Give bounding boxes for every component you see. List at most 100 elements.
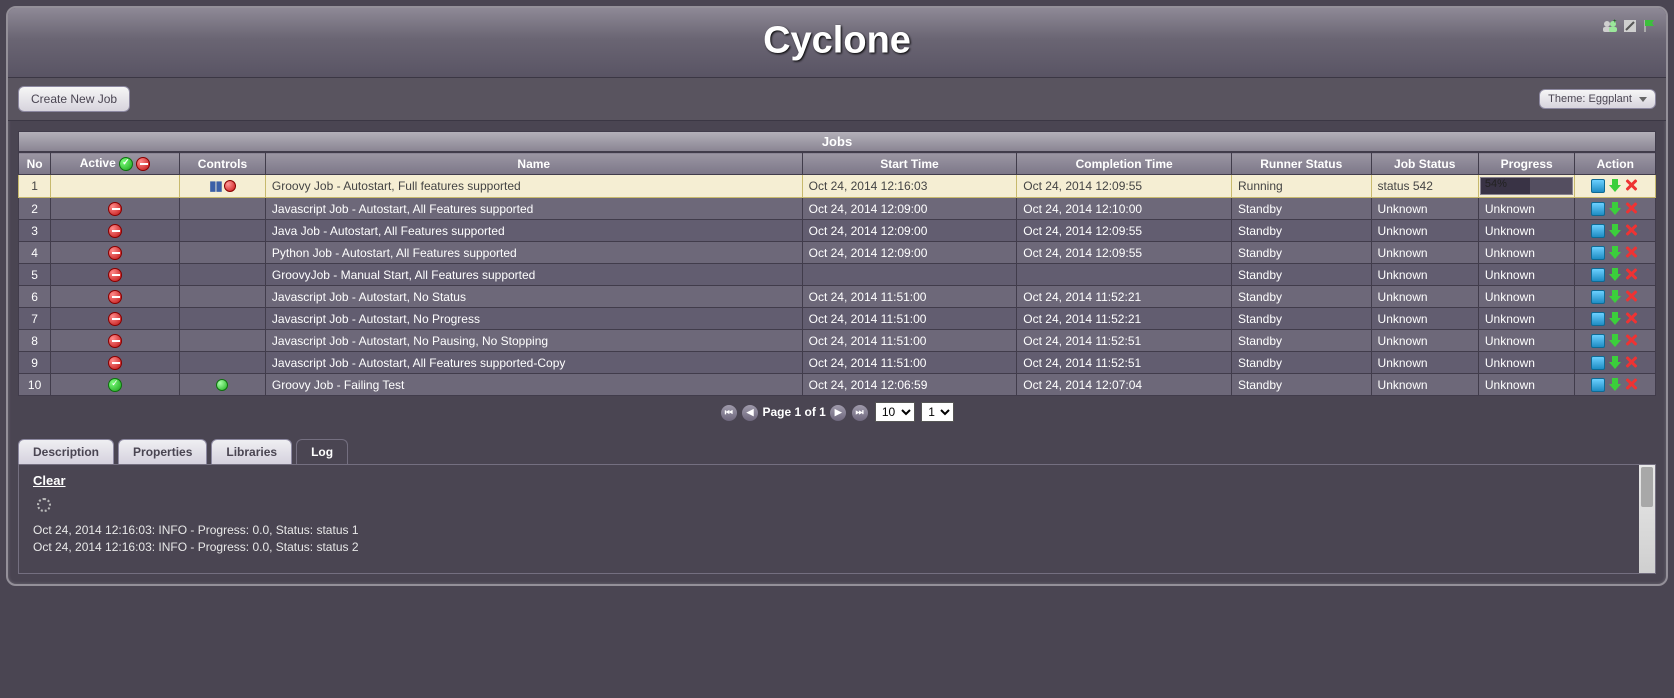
copy-icon[interactable] xyxy=(1591,179,1605,193)
spinner-icon xyxy=(37,498,51,512)
col-no[interactable]: No xyxy=(19,153,51,175)
log-panel: Clear Oct 24, 2014 12:16:03: INFO - Prog… xyxy=(18,464,1656,574)
log-line: Oct 24, 2014 12:16:03: INFO - Progress: … xyxy=(19,539,1655,556)
delete-icon[interactable] xyxy=(1625,202,1639,216)
col-active[interactable]: Active xyxy=(51,153,180,175)
cell-action xyxy=(1575,286,1656,308)
inactive-icon[interactable] xyxy=(108,290,122,304)
create-job-button[interactable]: Create New Job xyxy=(18,86,130,112)
cell-name: GroovyJob - Manual Start, All Features s… xyxy=(265,264,802,286)
download-icon[interactable] xyxy=(1608,334,1622,348)
copy-icon[interactable] xyxy=(1591,356,1605,370)
active-all-on-icon[interactable] xyxy=(119,157,133,171)
table-row[interactable]: 9Javascript Job - Autostart, All Feature… xyxy=(19,352,1656,374)
tab-log[interactable]: Log xyxy=(296,439,348,465)
pager-size-select[interactable]: 10 xyxy=(875,402,915,422)
cell-controls xyxy=(180,242,266,264)
download-icon[interactable] xyxy=(1608,268,1622,282)
pager-prev-icon[interactable]: ◀ xyxy=(742,405,758,421)
cell-no: 10 xyxy=(19,374,51,396)
inactive-icon[interactable] xyxy=(108,334,122,348)
col-progress[interactable]: Progress xyxy=(1478,153,1575,175)
header-icons: + xyxy=(1602,18,1658,34)
flag-icon[interactable] xyxy=(1642,18,1658,34)
cell-no: 6 xyxy=(19,286,51,308)
delete-icon[interactable] xyxy=(1625,179,1639,193)
copy-icon[interactable] xyxy=(1591,224,1605,238)
col-completion[interactable]: Completion Time xyxy=(1017,153,1232,175)
table-row[interactable]: 10Groovy Job - Failing TestOct 24, 2014 … xyxy=(19,374,1656,396)
copy-icon[interactable] xyxy=(1591,378,1605,392)
tab-libraries[interactable]: Libraries xyxy=(211,439,292,465)
active-all-off-icon[interactable] xyxy=(136,157,150,171)
inactive-icon[interactable] xyxy=(108,224,122,238)
inactive-icon[interactable] xyxy=(108,246,122,260)
table-row[interactable]: 1▮▮Groovy Job - Autostart, Full features… xyxy=(19,175,1656,198)
col-action[interactable]: Action xyxy=(1575,153,1656,175)
col-controls[interactable]: Controls xyxy=(180,153,266,175)
download-icon[interactable] xyxy=(1608,290,1622,304)
stop-icon[interactable] xyxy=(224,180,236,192)
copy-icon[interactable] xyxy=(1591,202,1605,216)
detail-tabs: Description Properties Libraries Log xyxy=(18,438,1656,464)
delete-icon[interactable] xyxy=(1625,246,1639,260)
col-runner-status[interactable]: Runner Status xyxy=(1231,153,1371,175)
users-icon[interactable]: + xyxy=(1602,18,1618,34)
table-row[interactable]: 5GroovyJob - Manual Start, All Features … xyxy=(19,264,1656,286)
col-name[interactable]: Name xyxy=(265,153,802,175)
download-icon[interactable] xyxy=(1608,312,1622,326)
log-scrollbar[interactable] xyxy=(1639,465,1655,573)
inactive-icon[interactable] xyxy=(108,268,122,282)
download-icon[interactable] xyxy=(1608,246,1622,260)
copy-icon[interactable] xyxy=(1591,268,1605,282)
pager-page-select[interactable]: 1 xyxy=(921,402,954,422)
inactive-icon[interactable] xyxy=(108,312,122,326)
copy-icon[interactable] xyxy=(1591,290,1605,304)
pager-last-icon[interactable]: ⏭ xyxy=(852,405,868,421)
table-row[interactable]: 6Javascript Job - Autostart, No StatusOc… xyxy=(19,286,1656,308)
start-icon[interactable] xyxy=(216,379,228,391)
pause-icon[interactable]: ▮▮ xyxy=(209,178,221,194)
cell-action xyxy=(1575,242,1656,264)
table-row[interactable]: 3Java Job - Autostart, All Features supp… xyxy=(19,220,1656,242)
delete-icon[interactable] xyxy=(1625,268,1639,282)
tab-properties[interactable]: Properties xyxy=(118,439,207,465)
download-icon[interactable] xyxy=(1608,378,1622,392)
pager-first-icon[interactable]: ⏮ xyxy=(721,405,737,421)
table-row[interactable]: 4Python Job - Autostart, All Features su… xyxy=(19,242,1656,264)
copy-icon[interactable] xyxy=(1591,334,1605,348)
delete-icon[interactable] xyxy=(1625,356,1639,370)
delete-icon[interactable] xyxy=(1625,334,1639,348)
inactive-icon[interactable] xyxy=(108,356,122,370)
cell-name: Javascript Job - Autostart, No Progress xyxy=(265,308,802,330)
download-icon[interactable] xyxy=(1608,356,1622,370)
inactive-icon[interactable] xyxy=(108,202,122,216)
delete-icon[interactable] xyxy=(1625,290,1639,304)
delete-icon[interactable] xyxy=(1625,312,1639,326)
active-icon[interactable] xyxy=(108,378,122,392)
cell-completion: Oct 24, 2014 12:09:55 xyxy=(1017,220,1232,242)
copy-icon[interactable] xyxy=(1591,312,1605,326)
delete-icon[interactable] xyxy=(1625,378,1639,392)
tab-description[interactable]: Description xyxy=(18,439,114,465)
edit-icon[interactable] xyxy=(1622,18,1638,34)
download-icon[interactable] xyxy=(1608,224,1622,238)
theme-dropdown[interactable]: Theme: Eggplant xyxy=(1539,89,1656,109)
log-clear-link[interactable]: Clear xyxy=(19,465,1655,496)
cell-start: Oct 24, 2014 11:51:00 xyxy=(802,330,1017,352)
col-start[interactable]: Start Time xyxy=(802,153,1017,175)
delete-icon[interactable] xyxy=(1625,224,1639,238)
pager-next-icon[interactable]: ▶ xyxy=(830,405,846,421)
table-row[interactable]: 2Javascript Job - Autostart, All Feature… xyxy=(19,198,1656,220)
table-row[interactable]: 8Javascript Job - Autostart, No Pausing,… xyxy=(19,330,1656,352)
copy-icon[interactable] xyxy=(1591,246,1605,260)
cell-name: Groovy Job - Failing Test xyxy=(265,374,802,396)
table-row[interactable]: 7Javascript Job - Autostart, No Progress… xyxy=(19,308,1656,330)
download-icon[interactable] xyxy=(1608,179,1622,193)
cell-job-status: Unknown xyxy=(1371,242,1478,264)
toolbar: Create New Job Theme: Eggplant xyxy=(8,78,1666,121)
download-icon[interactable] xyxy=(1608,202,1622,216)
cell-job-status: Unknown xyxy=(1371,220,1478,242)
cell-job-status: Unknown xyxy=(1371,264,1478,286)
col-job-status[interactable]: Job Status xyxy=(1371,153,1478,175)
